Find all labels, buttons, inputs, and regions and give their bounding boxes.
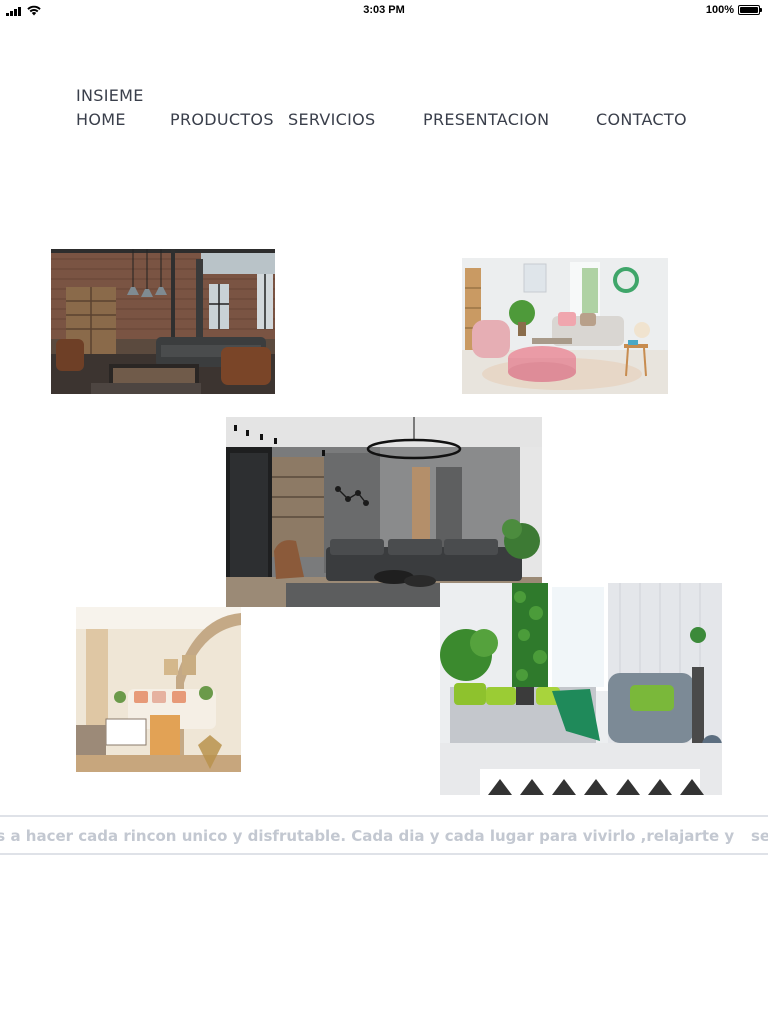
status-time: 3:03 PM [363,4,405,16]
battery-percent: 100% [705,4,734,16]
brand-name[interactable]: INSIEME [76,86,144,105]
gallery-image-warm-classic-living-room [76,607,241,772]
gallery-image-green-accent-living-room [440,583,722,795]
battery-icon [738,5,762,15]
gallery-image-modern-grey-living-room [226,417,542,607]
marquee-text: os a hacer cada rincon unico y disfrutab… [0,827,735,845]
gallery-image-pastel-living-room [462,258,668,394]
status-right: 100% [705,4,762,16]
nav-home[interactable]: HOME [76,110,126,129]
nav-contacto[interactable]: CONTACTO [596,110,687,129]
nav-servicios[interactable]: SERVICIOS [288,110,376,129]
marquee-text-repeat: se [751,827,768,845]
battery-level [740,7,758,13]
marquee-banner: os a hacer cada rincon unico y disfrutab… [0,815,768,855]
gallery-image-industrial-living-room [51,249,275,394]
nav-productos[interactable]: PRODUCTOS [170,110,274,129]
nav-presentacion[interactable]: PRESENTACION [423,110,549,129]
status-bar: 3:03 PM 100% [0,0,768,20]
